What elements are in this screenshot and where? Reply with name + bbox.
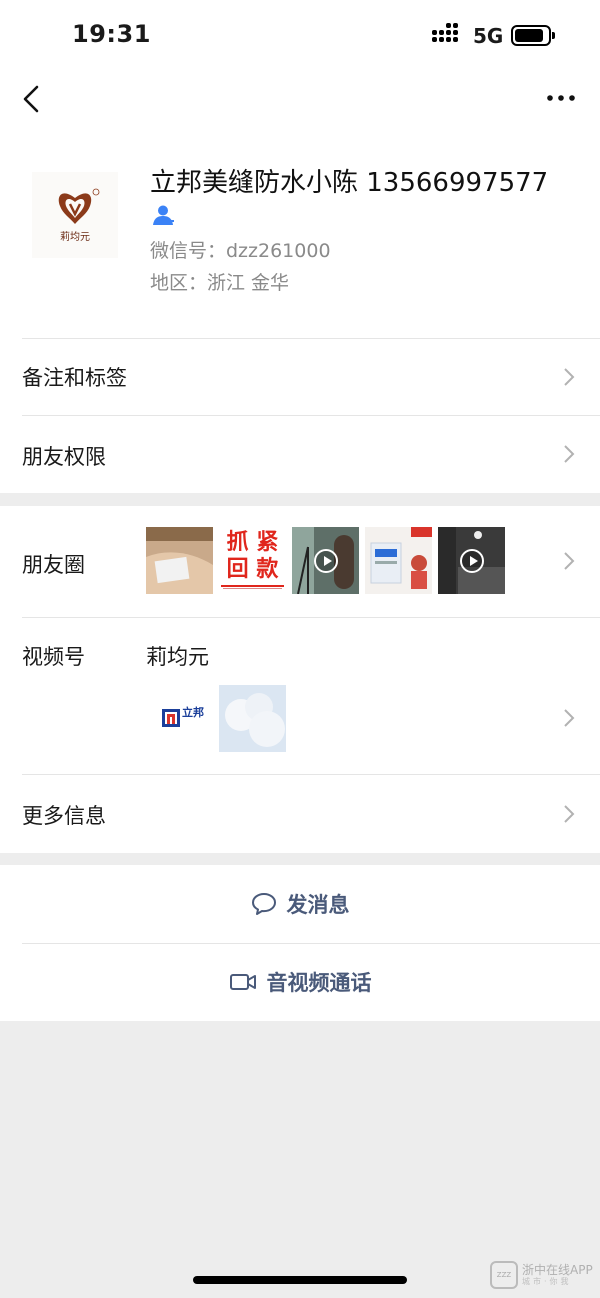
channel-brand-text: 立邦 [182, 706, 204, 719]
divider [22, 943, 600, 944]
av-call-label: 音视频通话 [266, 971, 372, 995]
channels-row[interactable]: 视频号 莉均元 立邦 [0, 617, 600, 774]
chevron-right-icon [564, 445, 575, 463]
nav-bar [0, 70, 600, 130]
divider [22, 617, 600, 618]
poster-rule [221, 585, 284, 587]
channel-sky-thumbnail[interactable] [219, 685, 286, 752]
poster-rule [223, 588, 282, 589]
send-message-button[interactable]: 发消息 [0, 865, 600, 943]
chevron-right-icon [564, 552, 575, 570]
region: 地区：浙江 金华 [150, 272, 290, 294]
avatar[interactable]: 莉均元 [32, 172, 118, 258]
chevron-right-icon [564, 805, 575, 823]
moments-row[interactable]: 朋友圈 抓 紧 回 款 [0, 506, 600, 617]
network-type: 5G [473, 24, 504, 48]
status-time: 19:31 [72, 20, 151, 48]
av-call-button[interactable]: 音视频通话 [0, 943, 600, 1021]
verified-person-icon [153, 205, 174, 225]
moments-thumbnails: 抓 紧 回 款 [146, 527, 505, 595]
watermark-logo-icon: ZZZ [490, 1261, 518, 1289]
moments-label: 朋友圈 [22, 553, 85, 577]
back-icon[interactable] [20, 84, 46, 114]
remarks-row[interactable]: 备注和标签 [0, 338, 600, 416]
channels-label: 视频号 [22, 645, 85, 669]
status-bar: 19:31 5G [0, 0, 600, 70]
watermark: ZZZ 浙中在线APP 城市·你我 [490, 1258, 596, 1292]
channel-brand-thumbnail[interactable]: 立邦 [146, 685, 213, 752]
poster-line-2: 回 款 [226, 557, 279, 582]
moment-photo-thumbnail[interactable] [146, 527, 213, 594]
video-camera-icon [229, 974, 256, 990]
channel-thumbnails: 立邦 [146, 685, 286, 752]
more-info-row[interactable]: 更多信息 [0, 774, 600, 853]
chat-bubble-icon [251, 893, 276, 915]
avatar-logo-icon: 莉均元 [32, 172, 118, 258]
moment-video-thumbnail[interactable] [438, 527, 505, 594]
divider [22, 774, 600, 775]
signal-icon [432, 23, 466, 45]
permissions-row[interactable]: 朋友权限 [0, 415, 600, 493]
divider [22, 415, 600, 416]
permissions-label: 朋友权限 [22, 445, 106, 469]
send-message-label: 发消息 [286, 893, 350, 917]
chevron-right-icon [564, 368, 575, 386]
moment-video-thumbnail[interactable] [292, 527, 359, 594]
play-icon [314, 549, 338, 573]
poster-line-1: 抓 紧 [226, 530, 279, 555]
profile-name: 立邦美缝防水小陈 13566997577 [150, 168, 549, 198]
battery-icon [511, 25, 555, 46]
profile-card: 莉均元 立邦美缝防水小陈 13566997577 微信号：dzz261000 地… [0, 130, 600, 338]
more-icon[interactable] [545, 88, 577, 108]
svg-text:莉均元: 莉均元 [60, 231, 90, 243]
wechat-id: 微信号：dzz261000 [150, 240, 331, 262]
channel-name: 莉均元 [146, 645, 209, 669]
more-info-label: 更多信息 [22, 804, 106, 828]
home-indicator [193, 1276, 407, 1284]
moment-product-thumbnail[interactable] [365, 527, 432, 594]
chevron-right-icon [564, 709, 575, 727]
remarks-label: 备注和标签 [22, 366, 127, 390]
watermark-text: 浙中在线APP [522, 1263, 593, 1277]
moment-poster-thumbnail[interactable]: 抓 紧 回 款 [219, 527, 286, 594]
watermark-sub: 城市·你我 [522, 1277, 572, 1286]
play-icon [460, 549, 484, 573]
divider [22, 338, 600, 339]
